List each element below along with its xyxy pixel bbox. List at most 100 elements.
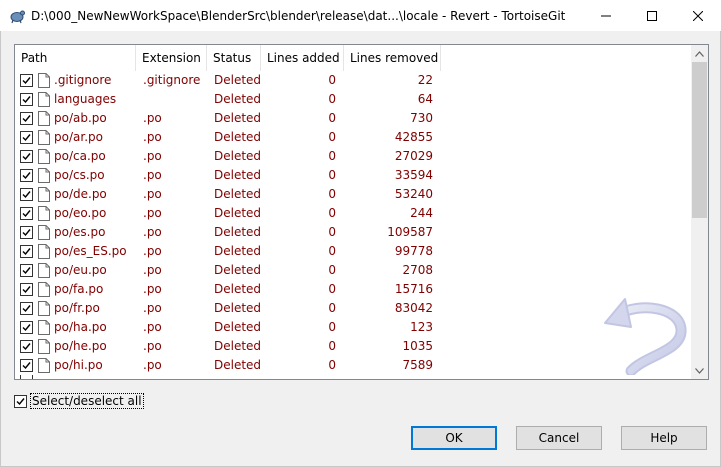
row-checkbox[interactable] [20, 359, 33, 372]
lines-added-cell: 0 [328, 111, 336, 125]
scroll-up-arrow[interactable] [691, 45, 708, 62]
table-row[interactable]: po/he.po .po Deleted 0 1035 [15, 337, 691, 356]
extension-cell: .gitignore [143, 73, 201, 87]
table-row[interactable]: po/de.po .po Deleted 0 53240 [15, 185, 691, 204]
row-checkbox [20, 375, 33, 379]
row-checkbox[interactable] [20, 245, 33, 258]
path-text: po/eo.po [54, 206, 107, 220]
row-checkbox[interactable] [20, 302, 33, 315]
row-checkbox[interactable] [20, 207, 33, 220]
cancel-button[interactable]: Cancel [516, 426, 602, 450]
lines-added-cell: 0 [328, 187, 336, 201]
extension-cell: .po [143, 225, 162, 239]
path-cell: po/eo.po [15, 204, 136, 223]
help-button[interactable]: Help [621, 426, 707, 450]
row-checkbox[interactable] [20, 131, 33, 144]
maximize-button[interactable] [629, 0, 675, 31]
lines-removed-cell: 42855 [394, 130, 433, 144]
row-checkbox[interactable] [20, 264, 33, 277]
checkmark-icon [22, 286, 31, 294]
lines-added-cell: 0 [328, 206, 336, 220]
status-cell: Deleted [214, 339, 261, 353]
file-icon [38, 130, 50, 145]
table-row[interactable]: po/es_ES.po .po Deleted 0 99778 [15, 242, 691, 261]
row-checkbox[interactable] [20, 340, 33, 353]
path-text: po/fr.po [54, 301, 100, 315]
row-checkbox[interactable] [20, 150, 33, 163]
table-row[interactable]: languages Deleted 0 64 [15, 90, 691, 109]
lines-removed-cell: 99778 [394, 244, 433, 258]
path-cell: po/de.po [15, 185, 136, 204]
status-cell: Deleted [214, 320, 261, 334]
chevron-up-icon [695, 50, 704, 57]
lines-removed-cell: 123 [410, 320, 433, 334]
table-row[interactable]: po/ha.po .po Deleted 0 123 [15, 318, 691, 337]
minimize-icon [601, 15, 611, 16]
lines-removed-cell: 27029 [394, 149, 433, 163]
select-all-control[interactable]: Select/deselect all [14, 393, 144, 409]
vertical-scrollbar[interactable] [691, 45, 708, 379]
lines-removed-cell: 15716 [394, 282, 433, 296]
lines-added-cell: 0 [328, 92, 336, 106]
scrollbar-thumb[interactable] [692, 62, 707, 218]
select-all-label[interactable]: Select/deselect all [30, 393, 144, 409]
status-cell: Deleted [214, 282, 261, 296]
table-row[interactable]: po/eo.po .po Deleted 0 244 [15, 204, 691, 223]
table-row[interactable]: .gitignore .gitignore Deleted 0 22 [15, 71, 691, 90]
extension-cell: .po [143, 320, 162, 334]
file-list[interactable]: Path Extension Status Lines added Lines … [14, 44, 709, 380]
table-row[interactable]: po/fr.po .po Deleted 0 83042 [15, 299, 691, 318]
column-header-path[interactable]: Path [15, 45, 136, 71]
column-header-lines-added[interactable]: Lines added [261, 45, 344, 71]
lines-added-cell: 0 [328, 301, 336, 315]
path-cell: po/ha.po [15, 318, 136, 337]
checkmark-icon [22, 153, 31, 161]
extension-cell: .po [143, 206, 162, 220]
row-checkbox[interactable] [20, 93, 33, 106]
lines-removed-cell: 83042 [394, 301, 433, 315]
path-text: po/he.po [54, 339, 107, 353]
table-row[interactable]: po/hi.po .po Deleted 0 7589 [15, 356, 691, 375]
checkmark-icon [22, 324, 31, 332]
lines-added-cell: 0 [328, 244, 336, 258]
row-checkbox[interactable] [20, 226, 33, 239]
row-checkbox[interactable] [20, 188, 33, 201]
minimize-button[interactable] [583, 0, 629, 31]
select-all-checkbox[interactable] [14, 394, 27, 408]
ok-button[interactable]: OK [411, 426, 497, 450]
path-text: .gitignore [54, 73, 112, 87]
status-cell: Deleted [214, 168, 261, 182]
row-checkbox[interactable] [20, 283, 33, 296]
extension-cell: .po [143, 168, 162, 182]
path-text: po/cs.po [54, 168, 105, 182]
extension-cell: .po [143, 130, 162, 144]
extension-cell: .po [143, 149, 162, 163]
extension-cell: .po [143, 339, 162, 353]
file-icon [38, 111, 50, 126]
status-cell: Deleted [214, 187, 261, 201]
table-row[interactable]: po/cs.po .po Deleted 0 33594 [15, 166, 691, 185]
status-cell: Deleted [214, 263, 261, 277]
table-row[interactable]: po/fa.po .po Deleted 0 15716 [15, 280, 691, 299]
table-row[interactable]: po/ca.po .po Deleted 0 27029 [15, 147, 691, 166]
row-checkbox[interactable] [20, 169, 33, 182]
lines-added-cell: 0 [328, 358, 336, 372]
table-row[interactable]: po/es.po .po Deleted 0 109587 [15, 223, 691, 242]
table-row[interactable]: po/eu.po .po Deleted 0 2708 [15, 261, 691, 280]
lines-removed-cell: 1035 [402, 339, 433, 353]
column-header-status[interactable]: Status [207, 45, 261, 71]
lines-added-cell: 0 [328, 149, 336, 163]
close-button[interactable] [675, 0, 721, 31]
extension-cell [136, 90, 207, 109]
row-checkbox[interactable] [20, 112, 33, 125]
column-header-extension[interactable]: Extension [136, 45, 207, 71]
column-header-lines-removed[interactable]: Lines removed [344, 45, 441, 71]
table-row[interactable]: po/ab.po .po Deleted 0 730 [15, 109, 691, 128]
checkmark-icon [22, 229, 31, 237]
table-row[interactable]: po/ar.po .po Deleted 0 42855 [15, 128, 691, 147]
status-cell: Deleted [214, 206, 261, 220]
row-checkbox[interactable] [20, 321, 33, 334]
row-checkbox[interactable] [20, 74, 33, 87]
scroll-down-arrow[interactable] [691, 362, 708, 379]
path-text: po/ha.po [54, 320, 107, 334]
